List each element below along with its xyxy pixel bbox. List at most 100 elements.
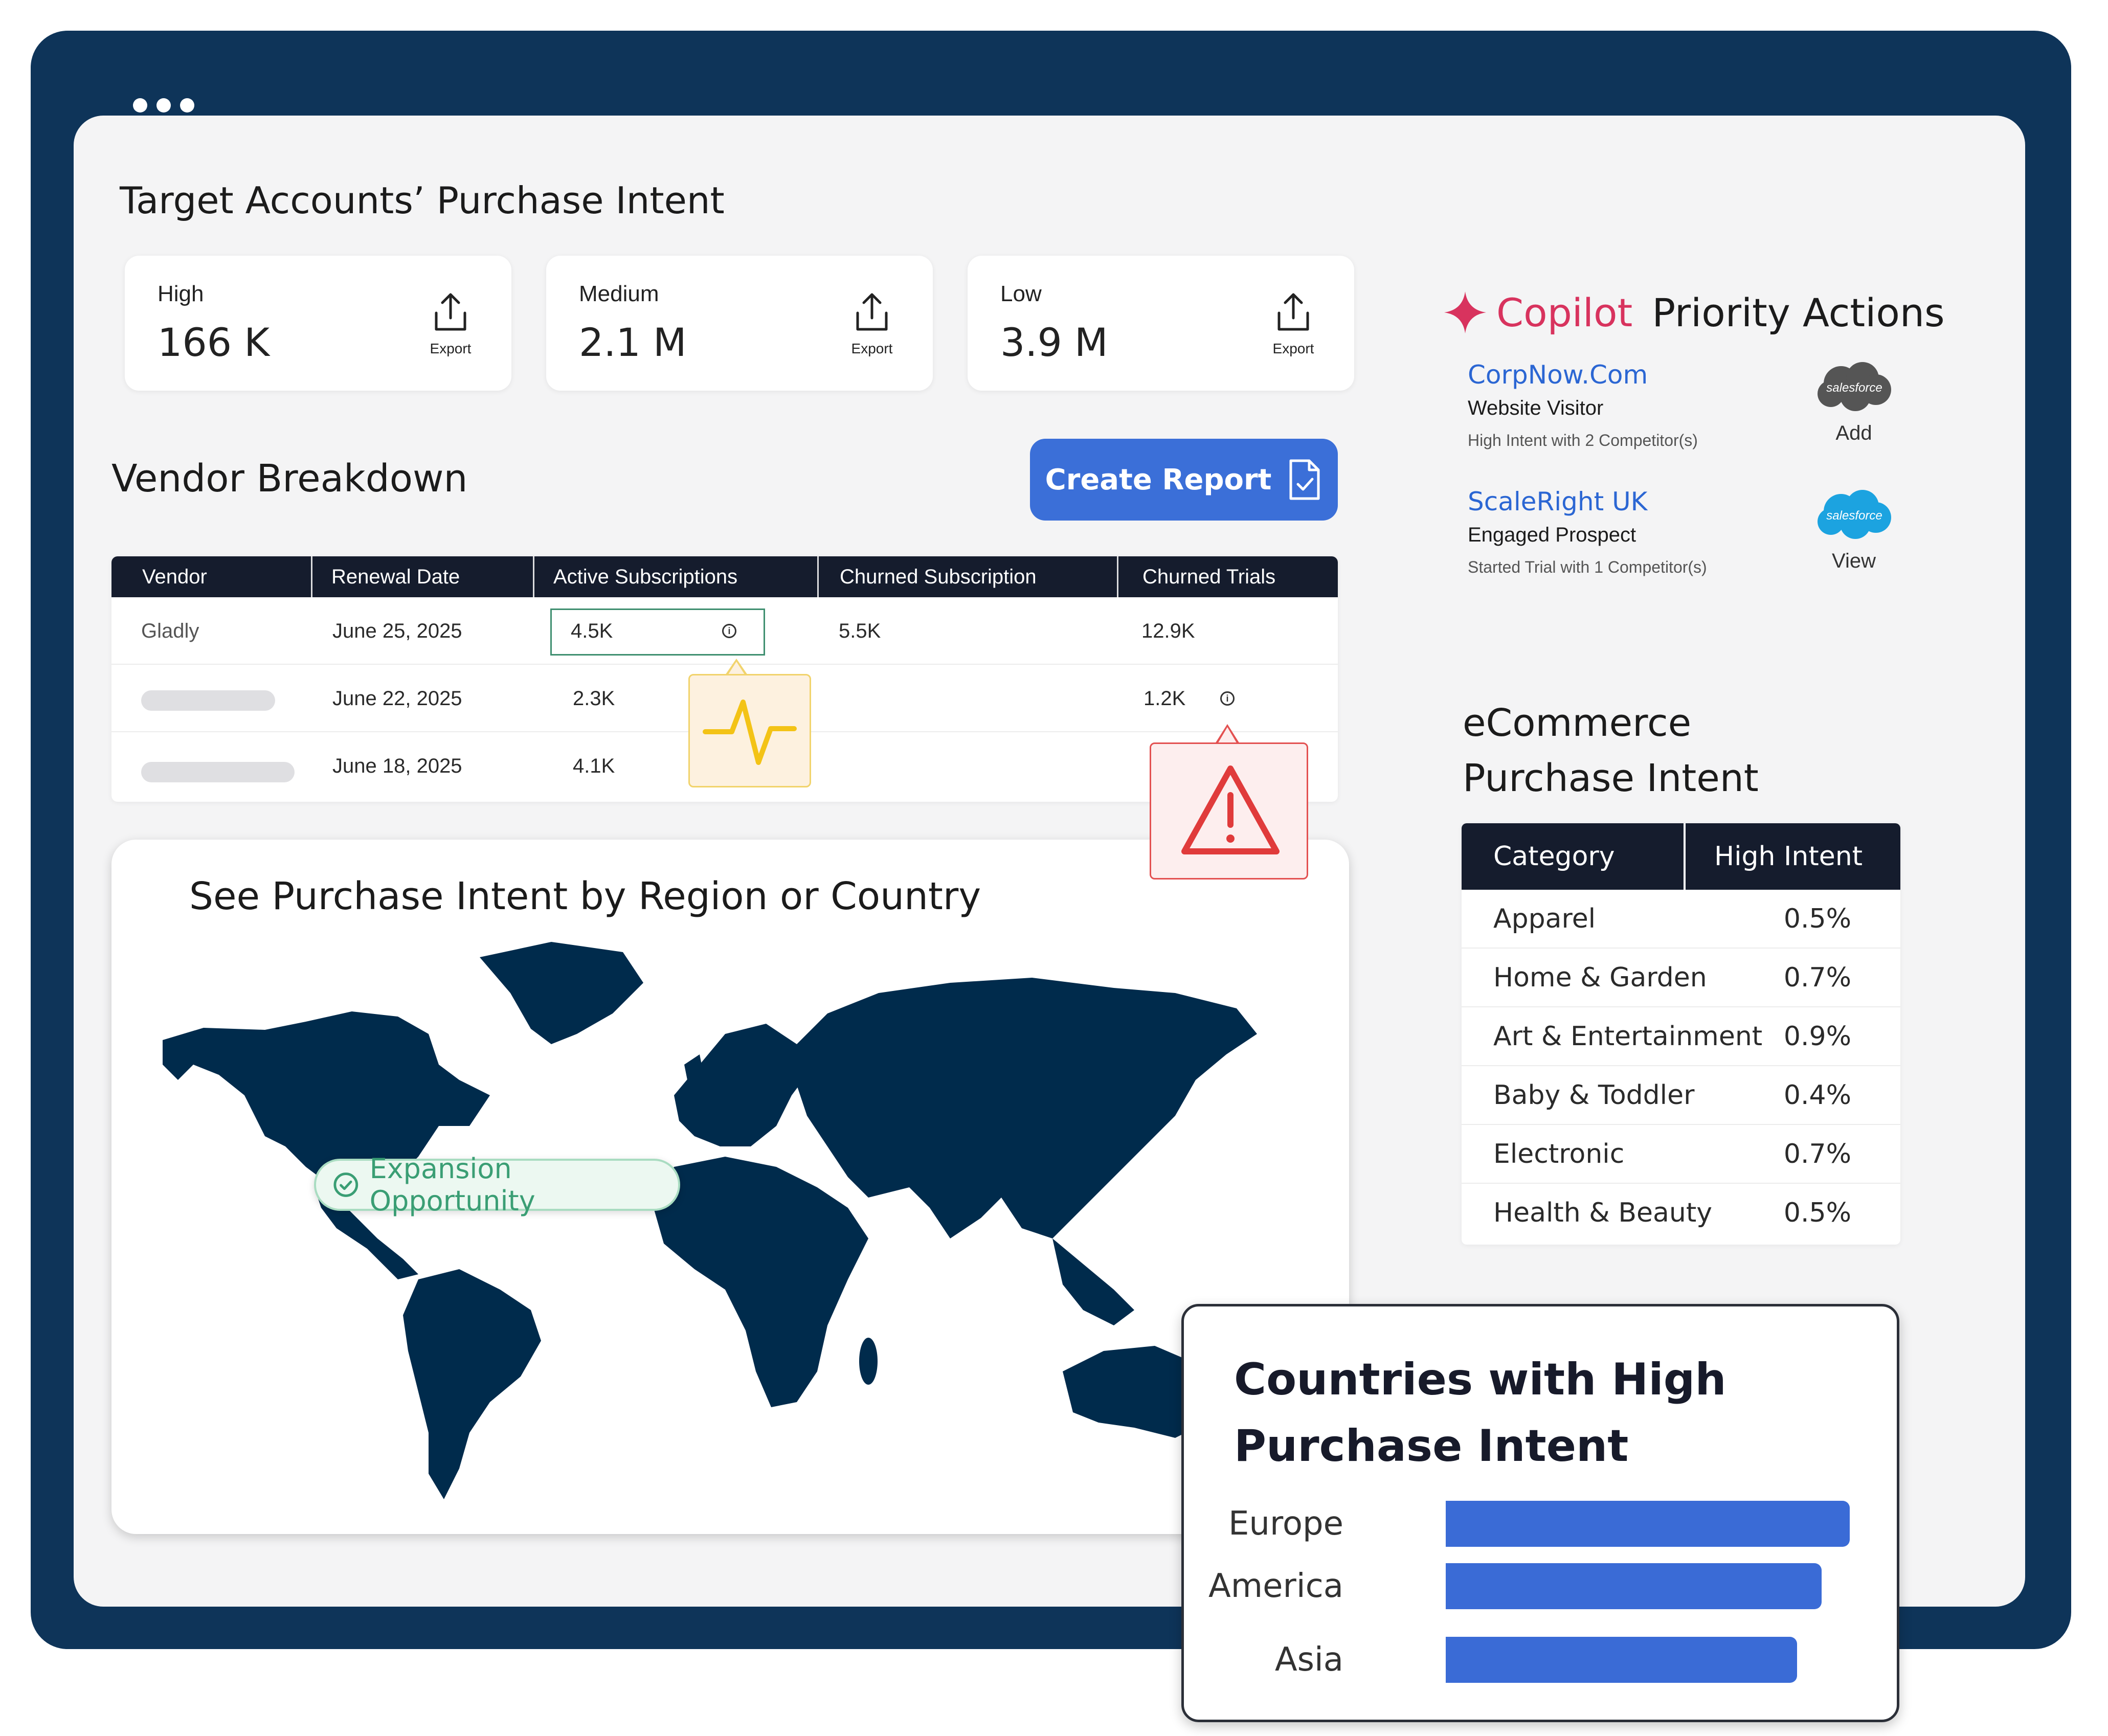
action-button-label: Add xyxy=(1835,422,1872,444)
category-cell: Electronic xyxy=(1493,1139,1625,1169)
export-button[interactable]: Export xyxy=(1265,290,1321,357)
action-type: Engaged Prospect xyxy=(1468,524,1636,546)
bar-europe[interactable] xyxy=(1446,1501,1850,1547)
salesforce-icon: salesforce xyxy=(1818,490,1891,539)
bar-asia[interactable] xyxy=(1446,1637,1797,1683)
action-company-link[interactable]: CorpNow.Com xyxy=(1468,360,1698,390)
column-divider xyxy=(1117,556,1118,597)
southeast-asia xyxy=(1052,1238,1134,1325)
window-dot[interactable] xyxy=(180,98,194,112)
column-header[interactable]: Vendor xyxy=(142,556,207,597)
table-row[interactable]: Home & Garden 0.7% xyxy=(1462,949,1900,1007)
column-header[interactable]: High Intent xyxy=(1714,823,1863,890)
world-map[interactable] xyxy=(111,840,1349,1534)
column-divider xyxy=(817,556,819,597)
stat-label: Low xyxy=(1000,281,1042,306)
column-header[interactable]: Category xyxy=(1493,823,1615,890)
section-title-ecommerce: eCommerce Purchase Intent xyxy=(1463,695,1759,806)
table-row[interactable]: Apparel 0.5% xyxy=(1462,890,1900,949)
asia xyxy=(797,978,1257,1238)
window-controls xyxy=(133,98,194,112)
copilot-title: Priority Actions xyxy=(1652,289,1945,335)
stat-value: 2.1 M xyxy=(579,320,687,365)
greenland xyxy=(480,942,643,1044)
churned-trials-cell: 12.9K xyxy=(1141,620,1195,642)
column-header[interactable]: Churned Subscription xyxy=(840,556,1037,597)
table-header: Vendor Renewal Date Active Subscriptions… xyxy=(111,556,1338,597)
export-label: Export xyxy=(1272,341,1314,356)
table-row[interactable]: Gladly June 25, 2025 4.5K i 5.5K 12.9K xyxy=(111,597,1338,665)
ecommerce-title-line: eCommerce xyxy=(1463,701,1692,745)
action-detail: High Intent with 2 Competitor(s) xyxy=(1468,431,1698,449)
export-label: Export xyxy=(430,341,472,356)
export-icon xyxy=(435,293,466,331)
intent-cell: 0.5% xyxy=(1783,904,1851,934)
export-button[interactable]: Export xyxy=(422,290,479,357)
action-company-link[interactable]: ScaleRight UK xyxy=(1468,487,1707,516)
salesforce-view-button[interactable]: salesforce View xyxy=(1810,486,1897,573)
table-row[interactable]: Art & Entertainment 0.9% xyxy=(1462,1007,1900,1066)
madagascar xyxy=(859,1338,878,1385)
expansion-label: Expansion Opportunity xyxy=(369,1153,535,1217)
africa xyxy=(654,1157,868,1407)
stat-value: 3.9 M xyxy=(1000,320,1108,365)
info-icon[interactable]: i xyxy=(1220,691,1235,706)
priority-action: CorpNow.Com Website Visitor High Intent … xyxy=(1468,360,1698,450)
export-button[interactable]: Export xyxy=(844,290,900,357)
vendor-placeholder xyxy=(141,762,295,782)
expansion-badge[interactable]: Expansion Opportunity xyxy=(314,1153,680,1217)
column-header[interactable]: Churned Trials xyxy=(1142,556,1275,597)
column-divider xyxy=(311,556,312,597)
window-dot[interactable] xyxy=(156,98,171,112)
stat-label: High xyxy=(158,281,204,306)
intent-cell: 0.7% xyxy=(1783,962,1851,993)
salesforce-wordmark: salesforce xyxy=(1826,509,1882,523)
priority-action: ScaleRight UK Engaged Prospect Started T… xyxy=(1468,487,1707,577)
column-header[interactable]: Active Subscriptions xyxy=(553,556,737,597)
stat-value: 166 K xyxy=(158,320,270,365)
window-dot[interactable] xyxy=(133,98,147,112)
export-label: Export xyxy=(851,341,893,356)
renewal-cell: June 25, 2025 xyxy=(332,620,462,642)
stat-card-low: Low 3.9 M Export xyxy=(968,256,1354,391)
table-row[interactable]: Baby & Toddler 0.4% xyxy=(1462,1066,1900,1125)
column-header[interactable]: Renewal Date xyxy=(331,556,460,597)
warning-popover[interactable] xyxy=(1150,742,1308,880)
intent-cell: 0.7% xyxy=(1783,1139,1851,1169)
salesforce-wordmark: salesforce xyxy=(1826,381,1882,395)
ecommerce-title-line: Purchase Intent xyxy=(1463,756,1759,800)
create-report-label: Create Report xyxy=(1045,463,1272,497)
page-title: Target Accounts’ Purchase Intent xyxy=(120,179,725,222)
south-america xyxy=(403,1269,541,1499)
table-row[interactable]: Electronic 0.7% xyxy=(1462,1125,1900,1184)
category-cell: Baby & Toddler xyxy=(1493,1080,1695,1111)
action-button-label: View xyxy=(1832,550,1876,572)
renewal-cell: June 18, 2025 xyxy=(332,755,462,777)
action-detail: Started Trial with 1 Competitor(s) xyxy=(1468,558,1707,576)
document-check-icon xyxy=(1289,459,1320,500)
intent-cell: 0.9% xyxy=(1783,1021,1851,1052)
churned-trials-cell: 1.2K xyxy=(1143,687,1186,710)
table-row[interactable]: Health & Beauty 0.5% xyxy=(1462,1184,1900,1243)
vendor-cell: Gladly xyxy=(141,620,199,642)
countries-card: Countries with High Purchase Intent Euro… xyxy=(1181,1304,1899,1722)
stat-label: Medium xyxy=(579,281,659,306)
bar-label: Europe xyxy=(1228,1505,1343,1543)
countries-title-line: Countries with High xyxy=(1234,1354,1726,1405)
copilot-brand: Copilot xyxy=(1496,289,1633,335)
map-card: See Purchase Intent by Region or Country… xyxy=(111,840,1349,1534)
active-cell: 4.1K xyxy=(573,755,615,777)
warning-icon xyxy=(1181,765,1280,854)
category-cell: Health & Beauty xyxy=(1493,1198,1713,1228)
activity-popover[interactable] xyxy=(688,674,811,787)
salesforce-add-button[interactable]: salesforce Add xyxy=(1810,358,1897,445)
action-type: Website Visitor xyxy=(1468,397,1604,419)
create-report-button[interactable]: Create Report xyxy=(1030,439,1338,521)
bar-america[interactable] xyxy=(1446,1563,1822,1609)
intent-cell: 0.4% xyxy=(1783,1080,1851,1111)
info-icon[interactable]: i xyxy=(722,624,736,638)
renewal-cell: June 22, 2025 xyxy=(332,687,462,710)
active-cell: 2.3K xyxy=(573,687,615,710)
bar-label: America xyxy=(1208,1567,1343,1605)
ecommerce-table: Category High Intent Apparel 0.5% Home &… xyxy=(1462,823,1900,1245)
